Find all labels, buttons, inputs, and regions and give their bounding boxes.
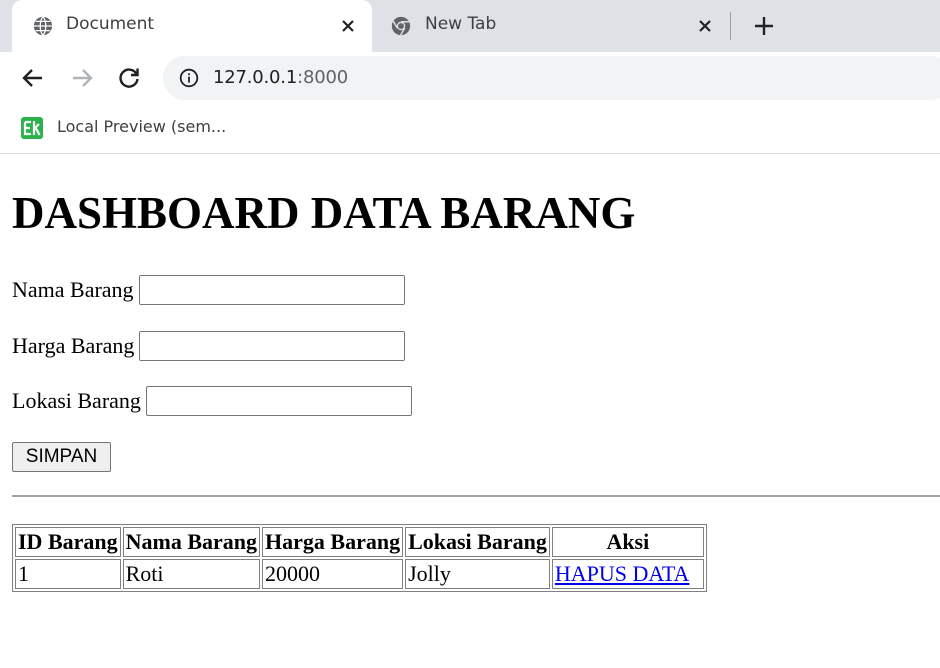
cell-harga: 20000 [262, 559, 404, 589]
bookmarks-bar: Local Preview (sem... [0, 104, 940, 154]
form-row-nama: Nama Barang [12, 275, 405, 305]
cell-aksi: HAPUS DATA [551, 559, 704, 589]
url-host: 127.0.0.1 [213, 67, 298, 88]
harga-barang-input[interactable] [139, 331, 406, 361]
column-header-id: ID Barang [15, 527, 121, 557]
hapus-data-link[interactable]: HAPUS DATA [555, 561, 690, 586]
chrome-icon [391, 16, 411, 36]
table-header-row: ID Barang Nama Barang Harga Barang Lokas… [15, 527, 704, 557]
form-row-lokasi: Lokasi Barang [12, 386, 412, 416]
info-icon[interactable] [179, 68, 199, 88]
data-table: ID Barang Nama Barang Harga Barang Lokas… [12, 524, 707, 592]
column-header-aksi: Aksi [551, 527, 704, 557]
reload-icon[interactable] [116, 65, 142, 91]
cell-lokasi: Jolly [405, 559, 550, 589]
column-header-harga: Harga Barang [262, 527, 404, 557]
globe-icon [33, 16, 53, 36]
tab-title: Document [66, 14, 155, 34]
url-port: :8000 [297, 67, 348, 88]
bookmark-label: Local Preview (sem... [57, 117, 227, 136]
address-bar[interactable]: 127.0.0.1:8000 [163, 56, 940, 100]
table-row: 1 Roti 20000 Jolly HAPUS DATA [15, 559, 704, 589]
lokasi-barang-label: Lokasi Barang [12, 388, 141, 413]
lokasi-barang-input[interactable] [145, 386, 412, 416]
ek-icon [21, 117, 43, 139]
page-content: DASHBOARD DATA BARANG Nama Barang Harga … [0, 155, 940, 668]
tab-separator [730, 12, 731, 40]
tab-document[interactable]: Document [12, 0, 372, 52]
nama-barang-input[interactable] [138, 275, 405, 305]
nama-barang-label: Nama Barang [12, 277, 134, 302]
close-tab-icon[interactable] [694, 15, 716, 37]
tab-strip: Document New Tab [0, 0, 940, 52]
column-header-lokasi: Lokasi Barang [405, 527, 550, 557]
url-text: 127.0.0.1:8000 [213, 67, 348, 88]
close-tab-icon[interactable] [337, 15, 359, 37]
page-title: DASHBOARD DATA BARANG [12, 188, 636, 238]
forward-arrow-icon[interactable] [69, 65, 95, 91]
new-tab-plus-icon[interactable] [751, 13, 777, 39]
divider [12, 495, 940, 497]
simpan-button[interactable]: SIMPAN [12, 442, 111, 472]
cell-nama: Roti [122, 559, 261, 589]
form-row-harga: Harga Barang [12, 331, 406, 361]
tab-new-tab[interactable]: New Tab [374, 0, 730, 52]
back-arrow-icon[interactable] [20, 65, 46, 91]
column-header-nama: Nama Barang [122, 527, 261, 557]
browser-toolbar: 127.0.0.1:8000 [0, 52, 940, 104]
tab-title: New Tab [425, 14, 497, 34]
harga-barang-label: Harga Barang [12, 333, 135, 358]
cell-id: 1 [15, 559, 121, 589]
